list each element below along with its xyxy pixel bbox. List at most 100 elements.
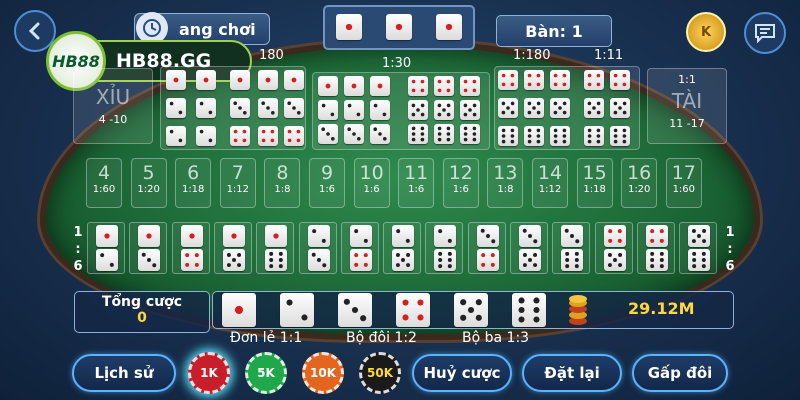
triple-bet-die[interactable] (408, 124, 428, 144)
triple-bet-die[interactable] (550, 70, 570, 90)
chip-5k[interactable]: 5K (245, 352, 287, 394)
double-bet-die[interactable] (230, 126, 250, 146)
total-bet-cell[interactable]: 15 1:18 (576, 158, 613, 208)
tai-range: 11 -17 (669, 117, 705, 130)
chat-icon (755, 24, 775, 43)
triple-bet-die[interactable] (524, 126, 544, 146)
triple-bet-die[interactable] (408, 100, 428, 120)
total-number: 6 (187, 162, 200, 184)
double-bet-die[interactable] (284, 126, 304, 146)
pair-die (561, 249, 584, 271)
triple-bet-die[interactable] (318, 124, 338, 144)
triple-bet-die[interactable] (460, 76, 480, 96)
result-die (436, 14, 462, 40)
total-number: 16 (627, 162, 652, 184)
total-bet-cell[interactable]: 9 1:6 (309, 158, 345, 208)
double-bet-die[interactable] (230, 70, 250, 90)
triple-bet-die[interactable] (460, 124, 480, 144)
coin-button[interactable]: K (686, 12, 726, 52)
pair-die (265, 225, 288, 247)
total-bet-cell[interactable]: 6 1:18 (175, 158, 212, 208)
double-bet-die[interactable] (196, 70, 216, 90)
total-bet-cell[interactable]: 10 1:6 (353, 158, 390, 208)
pair-odds-right-1: 1 (725, 225, 735, 240)
triple-bet-die[interactable] (370, 100, 390, 120)
pair-die (307, 225, 330, 247)
double-bet-die[interactable] (258, 126, 278, 146)
triple-bet-die[interactable] (370, 76, 390, 96)
history-button[interactable]: Lịch sử (72, 354, 176, 392)
triple-bet-die[interactable] (584, 98, 604, 118)
xiu-bet-area[interactable]: XỈU 4 -10 (73, 68, 153, 144)
triple-bet-die[interactable] (610, 126, 630, 146)
triple-bet-die[interactable] (550, 98, 570, 118)
total-odds: 1:12 (538, 184, 562, 195)
single-bet-die[interactable] (222, 293, 256, 327)
pair-die (645, 225, 668, 247)
tai-bet-area[interactable]: 1:1 TÀI 11 -17 (647, 68, 727, 144)
triple-bet-die[interactable] (344, 124, 364, 144)
triple-bet-die[interactable] (434, 124, 454, 144)
total-bet-cell[interactable]: 7 1:12 (219, 158, 256, 208)
double-bet-die[interactable] (258, 98, 278, 118)
single-bet-die[interactable] (338, 293, 372, 327)
triple-bet-die[interactable] (344, 76, 364, 96)
total-number: 13 (493, 162, 518, 184)
total-odds: 1:8 (274, 184, 291, 195)
double-bet-die[interactable] (230, 98, 250, 118)
total-number: 5 (142, 162, 155, 184)
triple-bet-die[interactable] (584, 70, 604, 90)
triple-bet-die[interactable] (344, 100, 364, 120)
triple-bet-die[interactable] (434, 100, 454, 120)
double-bet-die[interactable] (284, 70, 304, 90)
total-bet-cell[interactable]: 17 1:60 (665, 158, 702, 208)
triple-bet-die[interactable] (318, 100, 338, 120)
triple-bet-die[interactable] (524, 98, 544, 118)
total-bet-cell[interactable]: 12 1:6 (442, 158, 479, 208)
triple-bet-die[interactable] (584, 126, 604, 146)
reset-button[interactable]: Đặt lại (522, 354, 622, 392)
history-round-label: ang chơi (179, 19, 256, 39)
chip-50k[interactable]: 50K (359, 352, 401, 394)
triple-bet-die[interactable] (498, 70, 518, 90)
total-bet-cell[interactable]: 16 1:20 (621, 158, 658, 208)
triple-bet-die[interactable] (498, 98, 518, 118)
triple-bet-die[interactable] (318, 76, 338, 96)
cancel-bet-button[interactable]: Huỷ cược (412, 354, 512, 392)
single-bet-die[interactable] (512, 293, 546, 327)
pair-die (392, 249, 415, 271)
pair-die (645, 249, 668, 271)
total-bet-cell[interactable]: 14 1:12 (532, 158, 568, 208)
triple-bet-die[interactable] (610, 98, 630, 118)
total-bet-cell[interactable]: 8 1:8 (264, 158, 301, 208)
triple-bet-die[interactable] (370, 124, 390, 144)
triple-bet-die[interactable] (550, 126, 570, 146)
double-bet-die[interactable] (258, 70, 278, 90)
total-bet-cell[interactable]: 11 1:6 (398, 158, 435, 208)
chat-button[interactable] (744, 12, 786, 54)
double-bet-die[interactable] (284, 98, 304, 118)
double-bet-die[interactable] (166, 98, 186, 118)
double-bet-die[interactable] (166, 70, 186, 90)
total-bet-cell[interactable]: 13 1:8 (487, 158, 524, 208)
chip-10k[interactable]: 10K (302, 352, 344, 394)
triple-bet-die[interactable] (434, 76, 454, 96)
single-bet-die[interactable] (454, 293, 488, 327)
double-bet-die[interactable] (196, 126, 216, 146)
single-bet-die[interactable] (280, 293, 314, 327)
double-bet-die[interactable] (196, 98, 216, 118)
single-bet-die[interactable] (396, 293, 430, 327)
total-bet-cell[interactable]: 5 1:20 (130, 158, 167, 208)
triple-bet-die[interactable] (524, 70, 544, 90)
double-bet-die[interactable] (166, 126, 186, 146)
triple-bet-die[interactable] (408, 76, 428, 96)
triple-bet-die[interactable] (460, 100, 480, 120)
chip-1k[interactable]: 1K (188, 352, 230, 394)
pair-die (476, 225, 499, 247)
pair-die (603, 249, 626, 271)
triple-bet-die[interactable] (610, 70, 630, 90)
triple-bet-die[interactable] (498, 126, 518, 146)
double-bet-button[interactable]: Gấp đôi (632, 354, 728, 392)
pair-die (96, 225, 118, 247)
total-bet-cell[interactable]: 4 1:60 (86, 158, 122, 208)
